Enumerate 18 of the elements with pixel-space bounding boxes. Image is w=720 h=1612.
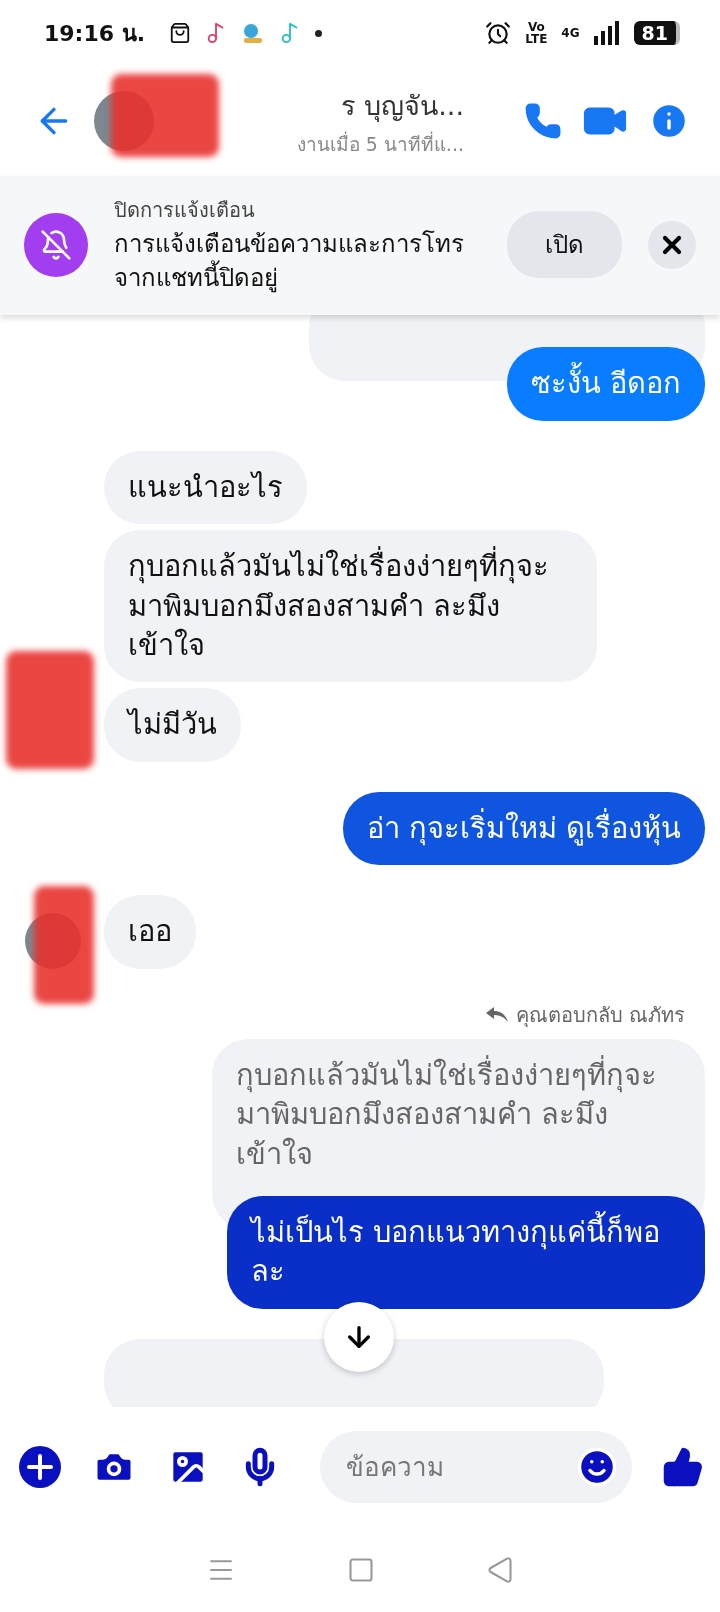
received-message: เออ: [104, 895, 196, 969]
received-message: กุบอกแล้วมันไม่ใช่เรื่องง่ายๆที่กุจะมาพิมบอกมึงสองสามคำ ละมึงเข้าใจ: [104, 530, 597, 683]
sent-message: อ่า กุจะเริ่มใหม่ ดูเรื่องหุ้น: [342, 791, 705, 866]
contact-name: ร บุญจัน...: [340, 88, 464, 124]
received-message: ไม่มีวัน: [104, 688, 241, 762]
status-time: 19:16 น.: [44, 19, 146, 48]
sent-message: ซะงั้น อีดอก: [506, 347, 705, 421]
received-message: แนะนำอะไร: [104, 450, 307, 525]
banner-message: การแจ้งเตือนข้อความและการโทรจากแชทนี้ปิดอยู่: [114, 229, 464, 295]
volte-indicator: Vo LTE: [525, 21, 548, 45]
banner-title: ปิดการแจ้งเตือน: [114, 197, 256, 224]
message-field[interactable]: ข้อความ: [320, 1431, 632, 1504]
network-type: 4G: [561, 26, 580, 40]
battery-indicator: 81: [633, 21, 680, 45]
turn-on-button[interactable]: เปิด: [507, 211, 622, 279]
sent-message: ไม่เป็นไร บอกแนวทางกุแค่นี้ก็พอละ: [227, 1196, 705, 1309]
reply-label: คุณตอบกลับ ณภัทร: [485, 998, 705, 1031]
contact-status: งานเมื่อ 5 นาทีที่แ...: [296, 130, 464, 157]
